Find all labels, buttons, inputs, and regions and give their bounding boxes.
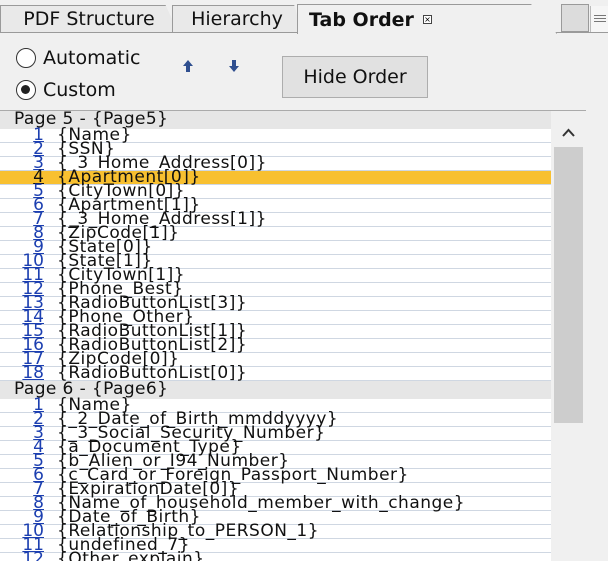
tab-order-list-panel: Page 5 - {Page5} 1 {Name} 2 {SSN} 3 {_3_Home_A… — [0, 110, 586, 561]
tab-overflow[interactable] — [561, 4, 589, 32]
custom-radio[interactable] — [16, 80, 36, 100]
arrow-down-icon[interactable] — [227, 59, 241, 73]
close-tab-icon[interactable]: × — [423, 15, 432, 24]
automatic-radio-option[interactable]: Automatic — [16, 45, 140, 71]
scrollbar-track[interactable] — [554, 423, 583, 561]
tab-order-number[interactable]: 18 — [22, 365, 44, 382]
arrow-up-icon[interactable] — [181, 59, 195, 73]
automatic-label: Automatic — [43, 47, 141, 69]
tab-label: Hierarchy — [191, 8, 283, 30]
automatic-radio[interactable] — [16, 48, 36, 68]
hide-order-button[interactable]: Hide Order — [282, 56, 428, 98]
tab-label: PDF Structure — [23, 8, 155, 30]
panel-menu-icon[interactable] — [590, 6, 608, 32]
tab-label: Tab Order — [309, 9, 414, 31]
custom-label: Custom — [43, 79, 116, 101]
tab-hierarchy[interactable]: Hierarchy — [172, 5, 302, 32]
custom-radio-option[interactable]: Custom — [16, 77, 116, 103]
field-name: {RadioButtonList[0]} — [57, 363, 248, 383]
tab-pdf-structure[interactable]: PDF Structure — [0, 5, 178, 32]
chevron-up-icon[interactable] — [551, 121, 586, 145]
tab-tab-order[interactable]: Tab Order × — [297, 4, 557, 34]
vertical-scrollbar[interactable] — [551, 111, 586, 561]
tab-strip: PDF Structure Hierarchy Tab Order × — [0, 0, 608, 34]
tab-order-list: Page 5 - {Page5} 1 {Name} 2 {SSN} 3 {_3_Home_A… — [0, 111, 551, 561]
scrollbar-thumb[interactable] — [554, 147, 583, 423]
